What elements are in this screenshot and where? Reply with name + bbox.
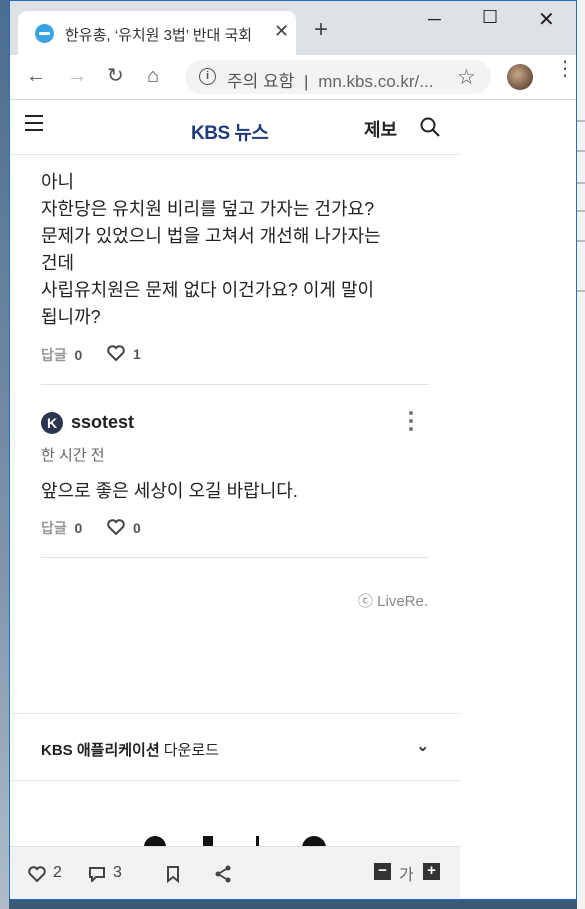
- comment-time: 한 시간 전: [41, 447, 105, 464]
- divider: [41, 557, 429, 558]
- reply-button[interactable]: 답글 0: [41, 518, 82, 538]
- hamburger-menu-icon[interactable]: [25, 115, 43, 136]
- comment-body: 앞으로 좋은 세상이 오길 바랍니다.: [41, 481, 298, 501]
- comment-more-icon[interactable]: [409, 411, 415, 435]
- browser-menu-icon[interactable]: ⋮: [555, 59, 575, 79]
- kbs-favicon-icon: [35, 24, 54, 43]
- font-increase-icon[interactable]: +: [423, 863, 440, 880]
- window-close-icon[interactable]: ✕: [538, 7, 555, 32]
- title-bar: 한유총, ‘유치원 3법’ 반대 국회 ✕ + ─ ☐ ✕: [10, 1, 576, 55]
- divider: [41, 384, 429, 385]
- report-link[interactable]: 제보: [364, 116, 397, 142]
- author-name[interactable]: ssotest: [71, 412, 134, 433]
- font-size-label: 가: [399, 867, 414, 884]
- forward-icon[interactable]: →: [67, 64, 87, 88]
- heart-icon[interactable]: [107, 519, 125, 535]
- new-tab-icon[interactable]: +: [314, 18, 328, 42]
- font-decrease-icon[interactable]: −: [374, 863, 391, 880]
- comment-icon[interactable]: [88, 866, 106, 882]
- livere-credit[interactable]: ⓒ LiveRe.: [358, 590, 428, 611]
- security-warning: 주의 요함: [227, 72, 295, 91]
- web-page: KBS 뉴스 제보 아니 자한당은 유치원 비리를 덮고 가자는 건가요? 문제…: [10, 101, 460, 899]
- background-window-edge: [577, 0, 585, 909]
- tab-close-icon[interactable]: ✕: [274, 21, 289, 42]
- site-header: KBS 뉴스 제보: [10, 101, 460, 155]
- heart-icon[interactable]: [107, 345, 125, 361]
- like-heart-icon[interactable]: [28, 866, 46, 882]
- author-avatar: K: [41, 412, 63, 434]
- browser-window: 한유총, ‘유치원 3법’ 반대 국회 ✕ + ─ ☐ ✕ ← → ↻ ⌂ i …: [9, 0, 577, 900]
- maximize-icon[interactable]: ☐: [482, 7, 498, 28]
- chevron-down-icon[interactable]: ⌄: [416, 736, 429, 756]
- reply-button[interactable]: 답글 0: [41, 345, 82, 365]
- bottom-action-bar: 2 3 − 가 +: [10, 846, 460, 899]
- reload-icon[interactable]: ↻: [107, 64, 124, 88]
- comment-body: 아니 자한당은 유치원 비리를 덮고 가자는 건가요? 문제가 있었으니 법을 …: [41, 172, 381, 327]
- info-icon[interactable]: i: [199, 68, 216, 85]
- browser-toolbar: ← → ↻ ⌂ i 주의 요함 | mn.kbs.co.kr/... ☆ ⋮: [10, 55, 576, 100]
- browser-tab[interactable]: 한유총, ‘유치원 3법’ 반대 국회 ✕: [18, 11, 296, 55]
- comment-total: 3: [113, 864, 122, 881]
- bookmark-icon[interactable]: [166, 865, 180, 883]
- back-icon[interactable]: ←: [26, 64, 46, 88]
- search-icon[interactable]: [420, 117, 440, 137]
- page-margin: [460, 101, 576, 899]
- tab-title: 한유총, ‘유치원 3법’ 반대 국회: [65, 27, 253, 44]
- bookmark-star-icon[interactable]: ☆: [457, 65, 476, 90]
- url-text: mn.kbs.co.kr/...: [318, 72, 434, 91]
- kbs-news-logo[interactable]: KBS 뉴스: [191, 118, 269, 145]
- profile-avatar[interactable]: [507, 64, 533, 90]
- minimize-icon[interactable]: ─: [428, 9, 441, 30]
- home-icon[interactable]: ⌂: [147, 64, 159, 88]
- like-count: 0: [133, 520, 141, 536]
- like-count: 1: [133, 346, 141, 362]
- like-total: 2: [53, 864, 62, 881]
- address-bar[interactable]: i 주의 요함 | mn.kbs.co.kr/... ☆: [185, 60, 491, 94]
- desktop-background: [0, 0, 9, 909]
- app-download-bar[interactable]: KBS 애플리케이션 다운로드 ⌄: [10, 713, 460, 781]
- share-icon[interactable]: [214, 865, 232, 883]
